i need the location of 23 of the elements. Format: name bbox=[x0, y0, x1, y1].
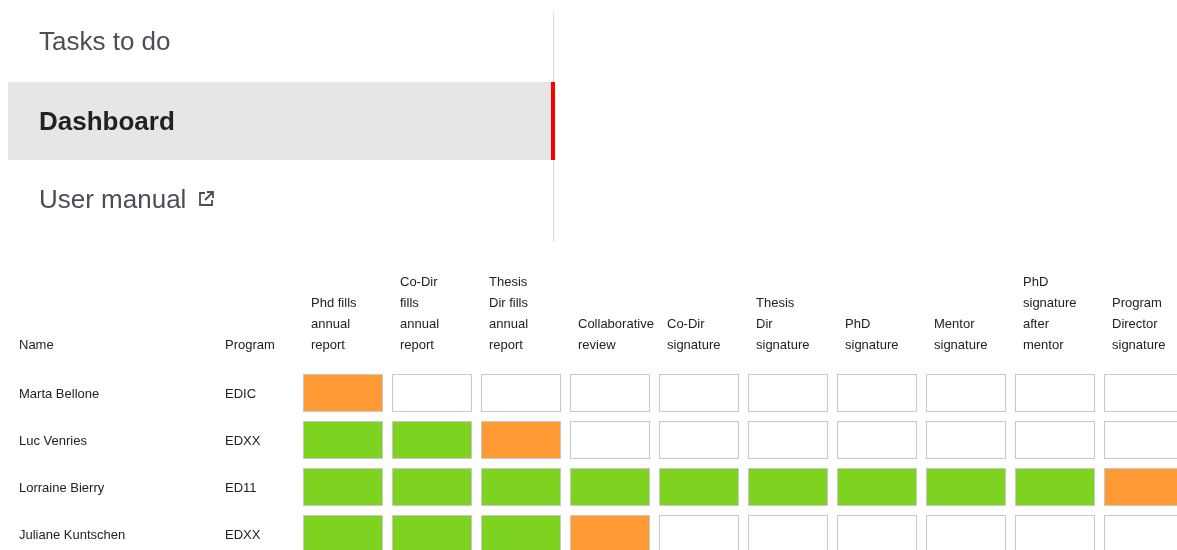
student-name: Luc Venries bbox=[19, 432, 87, 448]
student-name: Marta Bellone bbox=[19, 385, 100, 401]
sidebar-item[interactable]: Tasks to do bbox=[8, 13, 553, 82]
column-heading: Phd fills annual report bbox=[311, 294, 358, 354]
sidebar-item[interactable]: User manual bbox=[8, 160, 553, 238]
column-heading: Thesis Dir signature bbox=[756, 294, 811, 354]
program-code: EDIC bbox=[225, 385, 257, 401]
column-heading: Program bbox=[225, 336, 275, 354]
column-heading: Co-Dir signature bbox=[667, 315, 722, 354]
column-heading: Program Director signature bbox=[1112, 294, 1167, 354]
column-heading: Mentor signature bbox=[934, 315, 989, 354]
column-heading: PhD signature after mentor bbox=[1023, 273, 1078, 354]
program-code: ED11 bbox=[225, 479, 257, 495]
student-name: Lorraine Bierry bbox=[19, 479, 105, 495]
column-heading: Thesis Dir fills annual report bbox=[489, 273, 530, 354]
column-heading: Name bbox=[19, 336, 54, 354]
column-heading: Co-Dir fills annual report bbox=[400, 273, 441, 354]
student-name: Juliane Kuntschen bbox=[19, 526, 126, 542]
program-code: EDXX bbox=[225, 526, 261, 542]
column-heading: Collaborative review bbox=[578, 315, 654, 354]
program-code: EDXX bbox=[225, 432, 261, 448]
column-heading: PhD signature bbox=[845, 315, 900, 354]
sidebar-item[interactable]: Dashboard bbox=[8, 82, 555, 160]
